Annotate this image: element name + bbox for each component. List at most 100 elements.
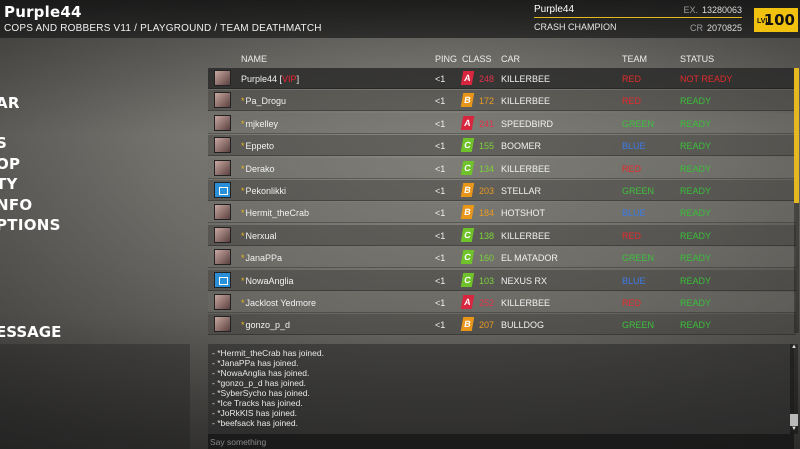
player-status: READY <box>680 298 712 308</box>
player-car: SPEEDBIRD <box>501 118 554 129</box>
chat-log: - *Hermit_theCrab has joined. - *JanaPPa … <box>212 348 324 428</box>
player-name-cell[interactable]: *Nerxual <box>241 231 277 241</box>
chat-panel: - *Hermit_theCrab has joined. - *JanaPPa … <box>208 344 794 449</box>
player-row[interactable]: *Hermit_theCrab <1 B 184 HOTSHOT BLUE READY <box>208 202 796 224</box>
player-name-cell[interactable]: *Derako <box>241 164 275 174</box>
side-menu-item-info[interactable]: NFO <box>0 196 32 214</box>
player-car: HOTSHOT <box>501 208 545 219</box>
player-status: READY <box>680 253 712 264</box>
player-team: GREEN <box>622 320 655 331</box>
player-name-cell[interactable]: *Eppeto <box>241 141 274 151</box>
class-badge-icon: C <box>460 138 475 153</box>
class-badge-icon: C <box>460 272 475 287</box>
player-ping: <1 <box>435 141 446 152</box>
class-badge-icon: B <box>460 317 475 332</box>
player-team: BLUE <box>622 208 646 219</box>
class-value: 138 <box>479 230 495 241</box>
player-ping: <1 <box>435 253 446 264</box>
chat-input[interactable] <box>208 434 794 449</box>
avatar <box>214 294 231 310</box>
player-name: Purple44 <box>241 74 278 84</box>
player-name-cell[interactable]: *gonzo_p_d <box>241 320 290 330</box>
avatar <box>214 226 231 243</box>
player-ping: <1 <box>435 163 446 174</box>
chat-message: - *JoRkKIS has joined. <box>212 408 298 418</box>
chat-message: - *beefsack has joined. <box>212 418 298 428</box>
class-value: 172 <box>479 96 495 107</box>
player-row[interactable]: *Eppeto <1 C 155 BOOMER BLUE READY <box>208 135 796 157</box>
chat-scrollbar[interactable]: ▲ ▼ <box>790 344 798 434</box>
column-team: TEAM <box>622 54 648 64</box>
player-ping: <1 <box>435 230 446 241</box>
favorite-star-icon: * <box>241 320 245 331</box>
class-badge-icon: B <box>460 93 475 108</box>
chat-scroll-up-icon[interactable]: ▲ <box>791 344 797 350</box>
player-team: RED <box>622 298 642 308</box>
player-list-scrollbar[interactable] <box>794 68 799 333</box>
class-badge-icon: A <box>460 295 475 309</box>
player-status: NOT READY <box>680 74 733 84</box>
favorite-star-icon: * <box>241 230 245 241</box>
player-row[interactable]: *Jacklost Yedmore <1 A 252 KILLERBEE RED READY <box>208 292 796 313</box>
player-name-cell[interactable]: *mjkelley <box>241 119 278 129</box>
player-row[interactable]: Purple44 [VIP] <1 A 248 KILLERBEE RED NOT READ… <box>208 68 796 89</box>
player-name-cell[interactable]: *NowaAnglia <box>241 276 294 286</box>
player-name-cell[interactable]: *Pekonlikki <box>241 186 286 196</box>
side-menu-item-message[interactable]: ESSAGE <box>0 323 61 341</box>
player-name-cell[interactable]: *JanaPPa <box>241 253 282 263</box>
side-menu-item-ty[interactable]: TY <box>0 175 18 193</box>
avatar <box>214 137 231 154</box>
class-badge-icon: B <box>460 183 475 197</box>
avatar <box>214 271 231 288</box>
avatar <box>214 204 231 221</box>
player-table-header: NAME PING CLASS CAR TEAM STATUS <box>208 52 788 68</box>
player-ping: <1 <box>435 320 446 331</box>
avatar <box>214 114 231 131</box>
player-name-cell[interactable]: *Hermit_theCrab <box>241 208 309 218</box>
player-row[interactable]: *NowaAnglia <1 C 103 NEXUS RX BLUE READY <box>208 269 796 291</box>
player-car: KILLERBEE <box>501 96 551 107</box>
player-ping: <1 <box>435 186 446 196</box>
player-name-cell[interactable]: Purple44 [VIP] <box>241 74 299 84</box>
class-value: 252 <box>479 298 495 308</box>
player-name: Nerxual <box>245 230 277 241</box>
player-name-cell[interactable]: *Pa_Drogu <box>241 96 286 106</box>
player-row[interactable]: *Pekonlikki <1 B 203 STELLAR GREEN READY <box>208 180 796 201</box>
column-ping: PING <box>435 54 458 64</box>
chat-message: - *JanaPPa has joined. <box>212 358 299 368</box>
player-status: READY <box>680 208 712 219</box>
column-class: CLASS <box>462 54 492 64</box>
player-row[interactable]: *mjkelley <1 A 241 SPEEDBIRD GREEN READY <box>208 112 796 134</box>
avatar <box>214 92 231 109</box>
player-team: BLUE <box>622 275 646 286</box>
player-car: STELLAR <box>501 186 542 196</box>
player-ping: <1 <box>435 298 446 308</box>
player-row[interactable]: *Derako <1 C 134 KILLERBEE RED READY <box>208 157 796 179</box>
side-menu-item-options[interactable]: PTIONS <box>0 216 61 234</box>
side-menu-item-car[interactable]: AR <box>0 94 20 112</box>
player-car: KILLERBEE <box>501 230 551 241</box>
side-menu-item-op[interactable]: OP <box>0 155 20 173</box>
player-row[interactable]: *Nerxual <1 C 138 KILLERBEE RED READY <box>208 224 796 246</box>
player-name-cell[interactable]: *Jacklost Yedmore <box>241 298 316 308</box>
class-value: 207 <box>479 320 495 331</box>
experience-value: 13280063 <box>701 5 742 15</box>
favorite-star-icon: * <box>241 141 245 152</box>
credits-stat: CR 2070825 <box>690 23 742 33</box>
level-value: 100 <box>763 11 795 29</box>
chat-scroll-thumb[interactable] <box>790 414 798 426</box>
player-car: KILLERBEE <box>501 298 551 308</box>
chat-scroll-down-icon[interactable]: ▼ <box>791 426 797 432</box>
profile-name: Purple44 <box>534 4 575 15</box>
side-menu-item-s[interactable]: S <box>0 134 7 152</box>
player-team: RED <box>622 74 642 84</box>
player-row[interactable]: *JanaPPa <1 C 160 EL MATADOR GREEN READY <box>208 247 796 269</box>
player-row[interactable]: *Pa_Drogu <1 B 172 KILLERBEE RED READY <box>208 90 796 112</box>
player-name: mjkelley <box>245 118 279 129</box>
chat-message: - *Hermit_theCrab has joined. <box>212 348 324 358</box>
class-badge-icon: C <box>460 250 475 265</box>
player-list-scroll-thumb[interactable] <box>794 68 799 203</box>
player-car: BOOMER <box>501 141 542 152</box>
class-value: 134 <box>479 163 495 174</box>
player-row[interactable]: *gonzo_p_d <1 B 207 BULLDOG GREEN READY <box>208 314 796 336</box>
